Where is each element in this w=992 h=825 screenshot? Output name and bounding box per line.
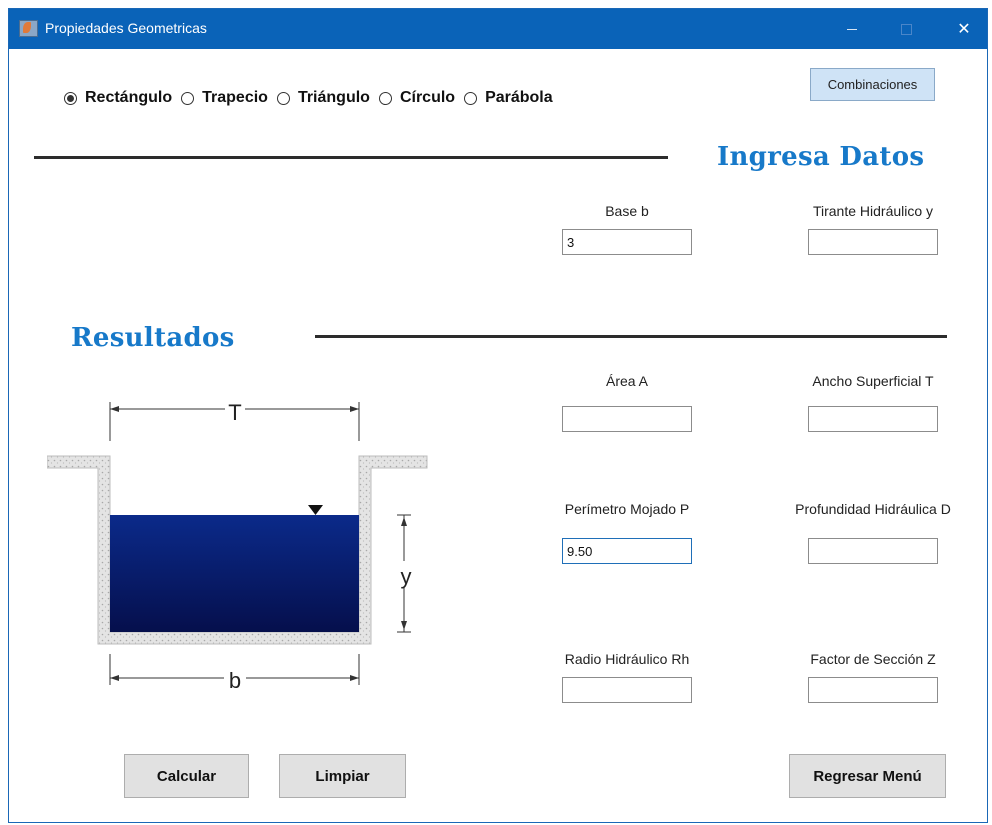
maximize-button[interactable]	[883, 9, 929, 49]
factor-output[interactable]	[808, 677, 938, 703]
radio-label[interactable]: Rectángulo	[85, 89, 172, 107]
combinaciones-button[interactable]: Combinaciones	[810, 68, 935, 101]
regresar-menu-button[interactable]: Regresar Menú	[789, 754, 946, 798]
profundidad-output[interactable]	[808, 538, 938, 564]
close-icon: ✕	[957, 21, 971, 38]
title-bar[interactable]: Propiedades Geometricas ✕	[9, 9, 987, 49]
radio-triangulo[interactable]: Triángulo	[276, 89, 370, 107]
tirante-input[interactable]	[808, 229, 938, 255]
app-icon	[19, 20, 38, 37]
radio-trapecio[interactable]: Trapecio	[181, 89, 268, 107]
tirante-label: Tirante Hidráulico y	[812, 203, 934, 219]
radio-label[interactable]: Triángulo	[298, 89, 370, 107]
radio-label: Radio Hidráulico Rh	[564, 651, 690, 667]
app-window: Propiedades Geometricas ✕ Rectángulo Tra…	[8, 8, 988, 823]
radio-unchecked-icon[interactable]	[181, 91, 195, 105]
area-label: Área A	[605, 373, 649, 389]
radio-checked-icon[interactable]	[64, 91, 77, 105]
maximize-icon	[900, 23, 912, 35]
radio-label[interactable]: Círculo	[400, 89, 455, 107]
dimension-label-b: b	[229, 668, 241, 693]
water-surface-icon	[308, 505, 323, 515]
calcular-button[interactable]: Calcular	[124, 754, 249, 798]
ingresa-datos-heading: Ingresa Datos	[717, 142, 925, 172]
radio-label[interactable]: Trapecio	[202, 89, 268, 107]
minimize-button[interactable]	[829, 9, 875, 49]
base-input[interactable]	[562, 229, 692, 255]
close-button[interactable]: ✕	[941, 9, 987, 49]
window-title: Propiedades Geometricas	[45, 20, 207, 36]
ancho-label: Ancho Superficial T	[812, 373, 934, 389]
perimetro-label: Perímetro Mojado P	[564, 501, 690, 517]
dimension-label-t: T	[228, 400, 241, 425]
divider-line	[34, 156, 668, 159]
dimension-label-y: y	[401, 564, 412, 589]
minimize-icon	[847, 28, 857, 30]
channel-diagram: T y b	[47, 399, 428, 693]
radio-rectangulo[interactable]: Rectángulo	[64, 89, 172, 107]
radio-unchecked-icon[interactable]	[378, 91, 392, 105]
limpiar-button[interactable]: Limpiar	[279, 754, 406, 798]
shape-selector: Rectángulo Trapecio Triángulo Círculo Pa…	[64, 87, 562, 109]
radio-unchecked-icon[interactable]	[276, 91, 290, 105]
ancho-output[interactable]	[808, 406, 938, 432]
resultados-heading: Resultados	[71, 323, 235, 353]
area-output[interactable]	[562, 406, 692, 432]
radio-unchecked-icon[interactable]	[464, 91, 478, 105]
factor-label: Factor de Sección Z	[810, 651, 936, 667]
water-area	[110, 515, 359, 632]
perimetro-output[interactable]	[562, 538, 692, 564]
radio-label[interactable]: Parábola	[485, 89, 553, 107]
radio-output[interactable]	[562, 677, 692, 703]
radio-circulo[interactable]: Círculo	[378, 89, 455, 107]
profundidad-label: Profundidad Hidráulica D	[795, 501, 951, 517]
radio-parabola[interactable]: Parábola	[464, 89, 553, 107]
base-label: Base b	[605, 203, 649, 219]
divider-line	[315, 335, 947, 338]
